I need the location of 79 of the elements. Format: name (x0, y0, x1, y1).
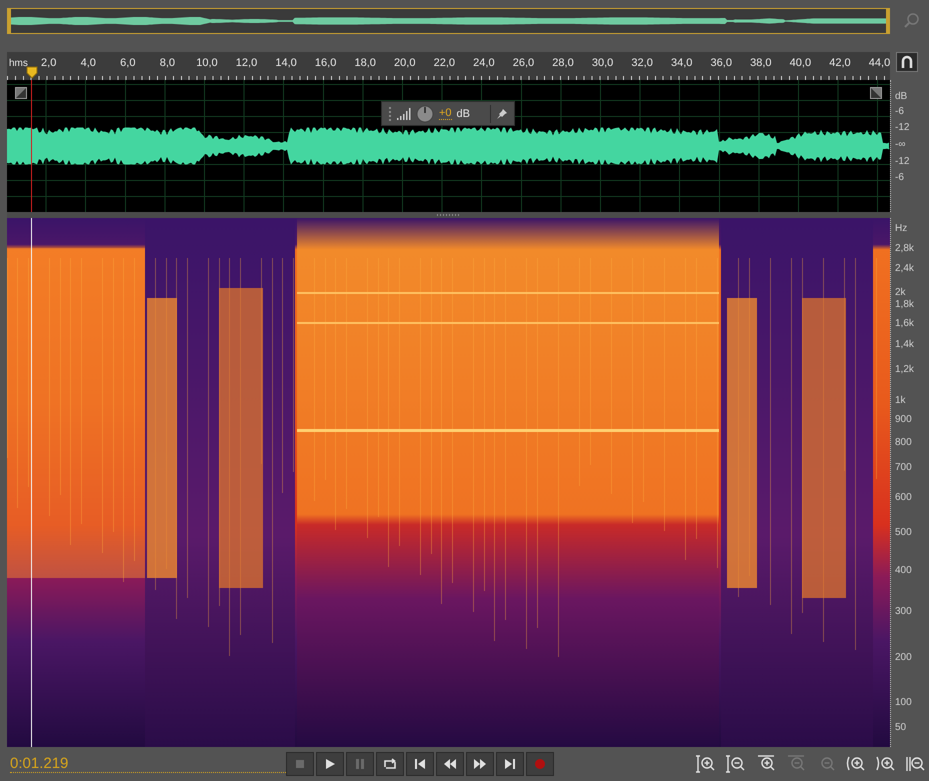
frequency-label: 2,4k (895, 263, 914, 275)
stop-icon (293, 757, 307, 771)
fast-forward-button[interactable] (466, 752, 494, 776)
magnet-icon (900, 55, 914, 69)
ruler-label: 10,0 (195, 57, 219, 70)
amplitude-label: -∞ (895, 139, 906, 151)
frequency-label: 1,2k (895, 364, 914, 376)
ruler-label: 34,0 (670, 57, 694, 70)
play-icon (323, 757, 337, 771)
ruler-label: 4,0 (80, 57, 97, 70)
ruler-unit: hms (9, 58, 28, 70)
ruler-label: 2,0 (40, 57, 58, 70)
ruler-label: 38,0 (749, 57, 773, 70)
ruler-label: 20,0 (393, 57, 416, 70)
to-start-button[interactable] (406, 752, 434, 776)
frequency-label: 600 (895, 492, 912, 504)
loop-icon (383, 757, 397, 771)
frequency-label: 50 (895, 722, 906, 734)
frequency-label: 200 (895, 652, 912, 664)
frequency-label: 900 (895, 414, 912, 426)
ruler-label: 24,0 (472, 57, 496, 70)
ruler-label: 22,0 (432, 57, 456, 70)
fade-out-handle-icon[interactable] (870, 87, 882, 99)
frequency-label: 2,8k (895, 243, 914, 255)
frequency-label: 100 (895, 697, 912, 709)
ruler-label: 30,0 (590, 57, 614, 70)
ruler-label: 12,0 (234, 57, 258, 70)
volume-knob[interactable] (416, 104, 434, 122)
amplitude-label: -6 (895, 172, 904, 184)
volume-value[interactable]: +0 (439, 107, 452, 120)
ruler-label: 36,0 (710, 57, 733, 70)
frequency-label: 500 (895, 527, 912, 539)
ruler-label: 6,0 (119, 57, 136, 70)
to-end-icon (503, 757, 517, 771)
ruler-label: 42,0 (828, 57, 852, 70)
amplitude-label: -12 (895, 156, 910, 168)
rewind-icon (443, 757, 457, 771)
playhead-marker-icon[interactable] (26, 66, 38, 79)
zoom-cut-icon (904, 754, 926, 774)
to-start-icon (413, 757, 427, 771)
ruler-label: 32,0 (630, 57, 654, 70)
zoom-out-amplitude-icon (724, 754, 746, 774)
pin-icon[interactable] (496, 108, 508, 120)
frequency-label: 700 (895, 462, 912, 474)
ruler-label: 44,0 (868, 57, 892, 70)
ruler-label: 16,0 (314, 57, 338, 70)
frequency-label: 800 (895, 437, 912, 449)
to-end-button[interactable] (496, 752, 524, 776)
frequency-label: 300 (895, 606, 912, 618)
amplitude-label: -12 (895, 122, 910, 134)
ruler-label: 26,0 (512, 57, 536, 70)
frequency-label: 1,4k (895, 339, 914, 351)
frequency-label: 400 (895, 565, 912, 577)
ruler-label: 8,0 (158, 57, 176, 70)
rewind-button[interactable] (436, 752, 464, 776)
pause-icon (353, 757, 367, 771)
frequency-label: 1,6k (895, 318, 914, 330)
ruler-label: 40,0 (788, 57, 812, 70)
loop-button[interactable] (376, 752, 404, 776)
play-button[interactable] (316, 752, 344, 776)
overview-waveform[interactable] (7, 8, 890, 34)
volume-unit: dB (456, 108, 470, 120)
grip-icon[interactable] (388, 106, 392, 122)
amplitude-label: -6 (895, 106, 904, 118)
fast-forward-icon (473, 757, 487, 771)
ruler-label: 14,0 (274, 57, 298, 70)
zoom-in-amplitude-icon (694, 754, 716, 774)
time-ruler[interactable]: hms 2,0 4,0 6,0 8,0 10,0 12,0 14,0 16,0 18,0 20,0 22,0 24,0 26,0 28,0 30,0 32,0 34,0 36,0 38,0 40,0 42,0 44,0 (7, 52, 890, 80)
record-icon (533, 757, 547, 771)
snap-button[interactable] (896, 52, 918, 72)
fade-in-handle-icon[interactable] (15, 87, 27, 99)
amplitude-unit: dB (895, 91, 908, 103)
frequency-label: 2k (895, 287, 906, 299)
ruler-label: 28,0 (551, 57, 575, 70)
ruler-label: 18,0 (353, 57, 377, 70)
level-meter-icon (397, 108, 411, 120)
frequency-label: 1,8k (895, 299, 914, 311)
frequency-unit: Hz (895, 223, 908, 235)
frequency-label: 1k (895, 395, 906, 407)
